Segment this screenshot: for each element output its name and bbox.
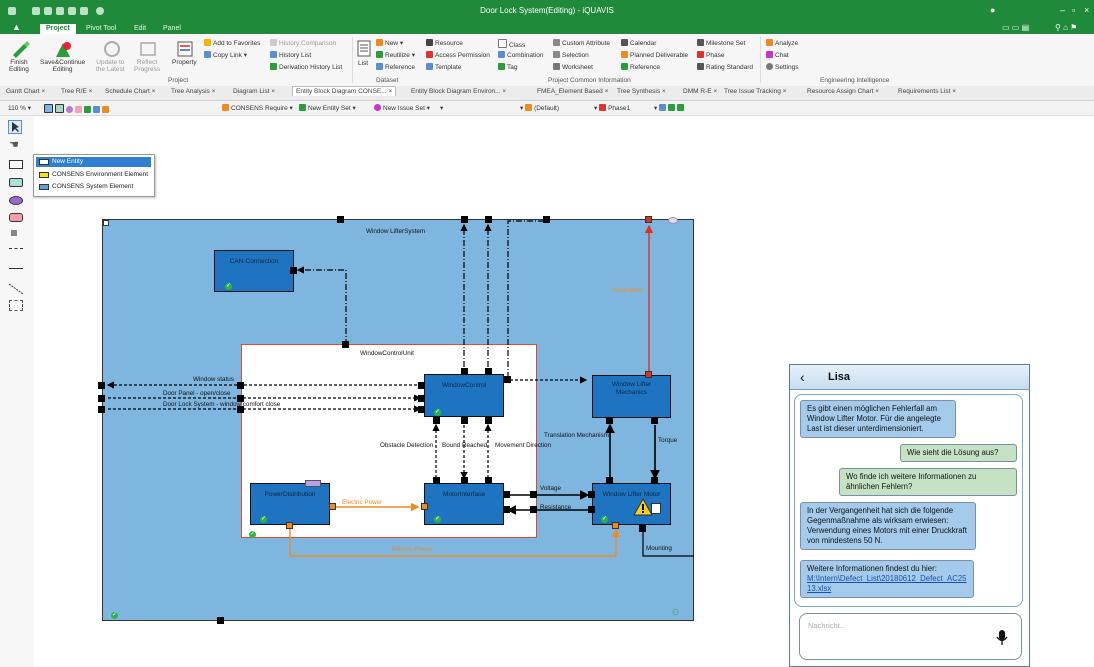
port[interactable] [485, 368, 492, 375]
tag-marker [305, 480, 321, 487]
port-red[interactable] [645, 371, 652, 378]
microphone-icon[interactable] [996, 630, 1008, 648]
port[interactable] [503, 506, 510, 513]
new-entity-popup: New Entity CONSENS Environment Element C… [33, 154, 155, 197]
port[interactable] [418, 406, 425, 413]
port[interactable] [530, 491, 537, 498]
port[interactable] [342, 341, 349, 348]
label-mounting: Mounting [646, 545, 672, 552]
port[interactable] [543, 216, 550, 223]
label-window-status: Window status [193, 376, 234, 383]
chat-message-incoming: In der Vergangenheit hat sich die folgen… [800, 502, 976, 550]
port[interactable] [503, 491, 510, 498]
popup-item-environment-element[interactable]: CONSENS Environment Element [36, 170, 151, 180]
port[interactable] [461, 368, 468, 375]
port[interactable] [639, 525, 646, 532]
message-text: Weitere Informationen findest du hier: [807, 564, 937, 573]
port-orange[interactable] [286, 522, 293, 529]
label-resistance: Resistance [540, 504, 572, 511]
window-lifter-motor-block[interactable]: Window Lifter Motor ✓ [592, 483, 671, 525]
label-comfort-close: Door Lock System - window comfort close [163, 401, 281, 408]
port-orange[interactable] [421, 503, 428, 510]
label-bound-reached: Bound Reached [442, 442, 488, 449]
input-placeholder: Nachricht... [808, 621, 846, 630]
port[interactable] [337, 216, 344, 223]
label-obstacle: Obstacle Detection [380, 442, 434, 449]
port[interactable] [461, 417, 468, 424]
port[interactable] [504, 376, 511, 383]
port[interactable] [651, 417, 658, 424]
port[interactable] [606, 477, 613, 484]
label-movement-direction: Movement Direction [495, 442, 551, 449]
port[interactable] [485, 417, 492, 424]
port[interactable] [433, 477, 440, 484]
label-torque: Torque [658, 437, 678, 444]
check-icon: ✓ [260, 516, 267, 523]
port[interactable] [588, 491, 595, 498]
popup-item-new-entity[interactable]: New Entity [36, 157, 151, 167]
port[interactable] [418, 395, 425, 402]
port-orange[interactable] [612, 522, 619, 529]
motor-interface-block[interactable]: MotorInterface ✓ [424, 483, 504, 525]
port[interactable] [651, 477, 658, 484]
label-incarnation: incarnation [612, 287, 643, 294]
label-voltage: Voltage [540, 485, 562, 492]
port[interactable] [461, 216, 468, 223]
port[interactable] [98, 382, 105, 389]
label-door-panel: Door Panel - open/close [163, 390, 231, 397]
check-icon: ✓ [249, 531, 256, 538]
message-input[interactable]: Nachricht... [799, 613, 1022, 660]
chat-message-outgoing: Wo finde ich weitere Informationen zu äh… [839, 468, 1017, 496]
port-red[interactable] [645, 216, 652, 223]
chat-message-outgoing: Wie sieht die Lösung aus? [900, 444, 1017, 462]
popup-item-system-element[interactable]: CONSENS System Element [36, 182, 151, 192]
chat-header: ‹ Lisa [790, 365, 1029, 390]
label-translation: Translation Mechanism [544, 432, 609, 439]
swatch-blue [39, 184, 49, 190]
check-icon: ✓ [225, 283, 232, 290]
window-lifter-mechanics-block[interactable]: Window Lifter Mechanics [592, 375, 671, 418]
link-status-icon: ⚇ [672, 608, 680, 617]
chat-message-incoming: Es gibt einen möglichen Fehlerfall am Wi… [800, 400, 956, 438]
check-icon: ✓ [434, 409, 441, 416]
warning-icon[interactable] [633, 497, 653, 518]
check-icon: ✓ [111, 612, 118, 619]
defect-list-link[interactable]: M:\Intern\Defect_List\20180612_Defect_AC… [807, 574, 967, 593]
label-electric-power: Electric Power [342, 499, 383, 506]
port[interactable] [98, 395, 105, 402]
port-orange[interactable] [329, 503, 336, 510]
port[interactable] [418, 382, 425, 389]
chat-message-incoming: Weitere Informationen findest du hier: M… [800, 560, 974, 598]
chat-contact-name: Lisa [828, 371, 851, 383]
port[interactable] [433, 417, 440, 424]
back-arrow-icon[interactable]: ‹ [800, 369, 805, 385]
check-icon: ✓ [601, 516, 608, 523]
note-icon[interactable] [651, 503, 661, 514]
port[interactable] [461, 477, 468, 484]
check-icon: ✓ [434, 516, 441, 523]
port[interactable] [290, 267, 297, 274]
power-distribution-block[interactable]: PowerDistribution ✓ [250, 480, 330, 525]
port[interactable] [485, 477, 492, 484]
can-connection-block[interactable]: CAN-Connection ✓ [214, 250, 294, 292]
swatch-yellow [39, 172, 49, 178]
port[interactable] [530, 506, 537, 513]
port[interactable] [588, 506, 595, 513]
port[interactable] [217, 617, 224, 624]
window-control-block[interactable]: WindowControl ✓ [424, 374, 504, 417]
port[interactable] [237, 382, 244, 389]
label-electric-power-2: Electric Power [392, 546, 433, 553]
port[interactable] [98, 406, 105, 413]
swatch-white [39, 159, 49, 165]
port[interactable] [606, 417, 613, 424]
port[interactable] [485, 216, 492, 223]
annotation-marker [668, 217, 678, 224]
